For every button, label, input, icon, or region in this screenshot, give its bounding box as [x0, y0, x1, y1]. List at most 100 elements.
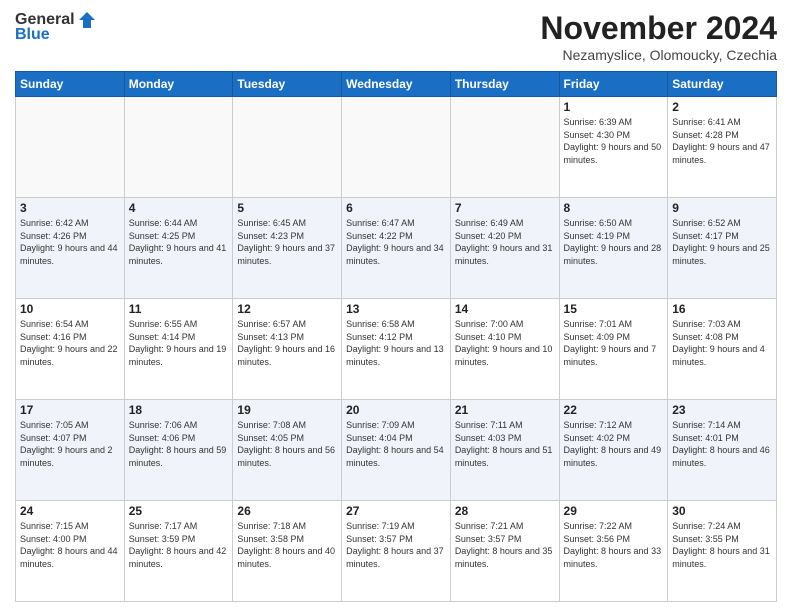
day-info: Sunrise: 6:55 AM Sunset: 4:14 PM Dayligh… [129, 318, 229, 368]
table-row: 20 Sunrise: 7:09 AM Sunset: 4:04 PM Dayli… [342, 400, 451, 501]
table-row [16, 97, 125, 198]
table-row [124, 97, 233, 198]
table-row: 25 Sunrise: 7:17 AM Sunset: 3:59 PM Dayli… [124, 501, 233, 602]
day-info: Sunrise: 7:15 AM Sunset: 4:00 PM Dayligh… [20, 520, 120, 570]
day-info: Sunrise: 6:49 AM Sunset: 4:20 PM Dayligh… [455, 217, 555, 267]
calendar-week-row: 24 Sunrise: 7:15 AM Sunset: 4:00 PM Dayli… [16, 501, 777, 602]
day-number: 12 [237, 302, 337, 316]
header-monday: Monday [124, 72, 233, 97]
table-row: 5 Sunrise: 6:45 AM Sunset: 4:23 PM Daylig… [233, 198, 342, 299]
day-number: 28 [455, 504, 555, 518]
header-thursday: Thursday [450, 72, 559, 97]
day-info: Sunrise: 7:24 AM Sunset: 3:55 PM Dayligh… [672, 520, 772, 570]
header-wednesday: Wednesday [342, 72, 451, 97]
day-info: Sunrise: 7:05 AM Sunset: 4:07 PM Dayligh… [20, 419, 120, 469]
month-title: November 2024 [540, 10, 777, 47]
day-info: Sunrise: 7:08 AM Sunset: 4:05 PM Dayligh… [237, 419, 337, 469]
day-number: 25 [129, 504, 229, 518]
day-number: 26 [237, 504, 337, 518]
page: General Blue November 2024 Nezamyslice, … [0, 0, 792, 612]
table-row: 23Sunrise: 7:14 AM Sunset: 4:01 PM Dayli… [668, 400, 777, 501]
table-row: 13 Sunrise: 6:58 AM Sunset: 4:12 PM Dayli… [342, 299, 451, 400]
table-row [450, 97, 559, 198]
table-row: 12 Sunrise: 6:57 AM Sunset: 4:13 PM Dayli… [233, 299, 342, 400]
calendar-table: Sunday Monday Tuesday Wednesday Thursday… [15, 71, 777, 602]
day-number: 7 [455, 201, 555, 215]
calendar-week-row: 3Sunrise: 6:42 AM Sunset: 4:26 PM Daylig… [16, 198, 777, 299]
calendar-week-row: 10 Sunrise: 6:54 AM Sunset: 4:16 PM Dayli… [16, 299, 777, 400]
day-info: Sunrise: 6:45 AM Sunset: 4:23 PM Dayligh… [237, 217, 337, 267]
day-info: Sunrise: 7:11 AM Sunset: 4:03 PM Dayligh… [455, 419, 555, 469]
table-row [233, 97, 342, 198]
day-info: Sunrise: 7:09 AM Sunset: 4:04 PM Dayligh… [346, 419, 446, 469]
day-number: 20 [346, 403, 446, 417]
day-number: 22 [564, 403, 664, 417]
day-number: 1 [564, 100, 664, 114]
day-number: 21 [455, 403, 555, 417]
day-number: 24 [20, 504, 120, 518]
day-number: 9 [672, 201, 772, 215]
day-info: Sunrise: 6:50 AM Sunset: 4:19 PM Dayligh… [564, 217, 664, 267]
calendar-week-row: 17 Sunrise: 7:05 AM Sunset: 4:07 PM Dayli… [16, 400, 777, 501]
table-row: 24 Sunrise: 7:15 AM Sunset: 4:00 PM Dayli… [16, 501, 125, 602]
day-info: Sunrise: 6:44 AM Sunset: 4:25 PM Dayligh… [129, 217, 229, 267]
day-number: 29 [564, 504, 664, 518]
table-row: 19 Sunrise: 7:08 AM Sunset: 4:05 PM Dayli… [233, 400, 342, 501]
title-section: November 2024 Nezamyslice, Olomoucky, Cz… [540, 10, 777, 63]
table-row [342, 97, 451, 198]
table-row: 2 Sunrise: 6:41 AM Sunset: 4:28 PM Daylig… [668, 97, 777, 198]
table-row: 17 Sunrise: 7:05 AM Sunset: 4:07 PM Dayli… [16, 400, 125, 501]
day-info: Sunrise: 6:58 AM Sunset: 4:12 PM Dayligh… [346, 318, 446, 368]
table-row: 8Sunrise: 6:50 AM Sunset: 4:19 PM Daylig… [559, 198, 668, 299]
day-info: Sunrise: 6:47 AM Sunset: 4:22 PM Dayligh… [346, 217, 446, 267]
logo: General Blue [15, 10, 97, 44]
day-number: 13 [346, 302, 446, 316]
calendar-week-row: 1 Sunrise: 6:39 AM Sunset: 4:30 PM Daylig… [16, 97, 777, 198]
header: General Blue November 2024 Nezamyslice, … [15, 10, 777, 63]
calendar-header-row: Sunday Monday Tuesday Wednesday Thursday… [16, 72, 777, 97]
day-number: 15 [564, 302, 664, 316]
day-info: Sunrise: 7:21 AM Sunset: 3:57 PM Dayligh… [455, 520, 555, 570]
day-number: 30 [672, 504, 772, 518]
table-row: 14Sunrise: 7:00 AM Sunset: 4:10 PM Dayli… [450, 299, 559, 400]
table-row: 7 Sunrise: 6:49 AM Sunset: 4:20 PM Daylig… [450, 198, 559, 299]
day-info: Sunrise: 6:39 AM Sunset: 4:30 PM Dayligh… [564, 116, 664, 166]
day-number: 11 [129, 302, 229, 316]
header-saturday: Saturday [668, 72, 777, 97]
day-number: 27 [346, 504, 446, 518]
table-row: 11 Sunrise: 6:55 AM Sunset: 4:14 PM Dayli… [124, 299, 233, 400]
day-info: Sunrise: 7:01 AM Sunset: 4:09 PM Dayligh… [564, 318, 664, 368]
table-row: 3Sunrise: 6:42 AM Sunset: 4:26 PM Daylig… [16, 198, 125, 299]
day-info: Sunrise: 6:57 AM Sunset: 4:13 PM Dayligh… [237, 318, 337, 368]
table-row: 26Sunrise: 7:18 AM Sunset: 3:58 PM Dayli… [233, 501, 342, 602]
logo-icon [77, 10, 97, 30]
table-row: 4 Sunrise: 6:44 AM Sunset: 4:25 PM Daylig… [124, 198, 233, 299]
day-number: 2 [672, 100, 772, 114]
day-info: Sunrise: 7:22 AM Sunset: 3:56 PM Dayligh… [564, 520, 664, 570]
header-sunday: Sunday [16, 72, 125, 97]
header-tuesday: Tuesday [233, 72, 342, 97]
table-row: 21 Sunrise: 7:11 AM Sunset: 4:03 PM Dayli… [450, 400, 559, 501]
day-number: 3 [20, 201, 120, 215]
table-row: 22 Sunrise: 7:12 AM Sunset: 4:02 PM Dayli… [559, 400, 668, 501]
day-number: 5 [237, 201, 337, 215]
table-row: 1 Sunrise: 6:39 AM Sunset: 4:30 PM Daylig… [559, 97, 668, 198]
day-number: 16 [672, 302, 772, 316]
day-number: 4 [129, 201, 229, 215]
day-number: 23 [672, 403, 772, 417]
day-info: Sunrise: 7:03 AM Sunset: 4:08 PM Dayligh… [672, 318, 772, 368]
day-info: Sunrise: 7:00 AM Sunset: 4:10 PM Dayligh… [455, 318, 555, 368]
day-number: 19 [237, 403, 337, 417]
day-info: Sunrise: 7:17 AM Sunset: 3:59 PM Dayligh… [129, 520, 229, 570]
table-row: 16 Sunrise: 7:03 AM Sunset: 4:08 PM Dayli… [668, 299, 777, 400]
day-info: Sunrise: 6:54 AM Sunset: 4:16 PM Dayligh… [20, 318, 120, 368]
logo-blue: Blue [15, 26, 50, 44]
day-info: Sunrise: 6:41 AM Sunset: 4:28 PM Dayligh… [672, 116, 772, 166]
table-row: 10 Sunrise: 6:54 AM Sunset: 4:16 PM Dayli… [16, 299, 125, 400]
table-row: 18Sunrise: 7:06 AM Sunset: 4:06 PM Dayli… [124, 400, 233, 501]
day-number: 17 [20, 403, 120, 417]
day-info: Sunrise: 7:12 AM Sunset: 4:02 PM Dayligh… [564, 419, 664, 469]
day-number: 10 [20, 302, 120, 316]
day-info: Sunrise: 7:06 AM Sunset: 4:06 PM Dayligh… [129, 419, 229, 469]
header-friday: Friday [559, 72, 668, 97]
